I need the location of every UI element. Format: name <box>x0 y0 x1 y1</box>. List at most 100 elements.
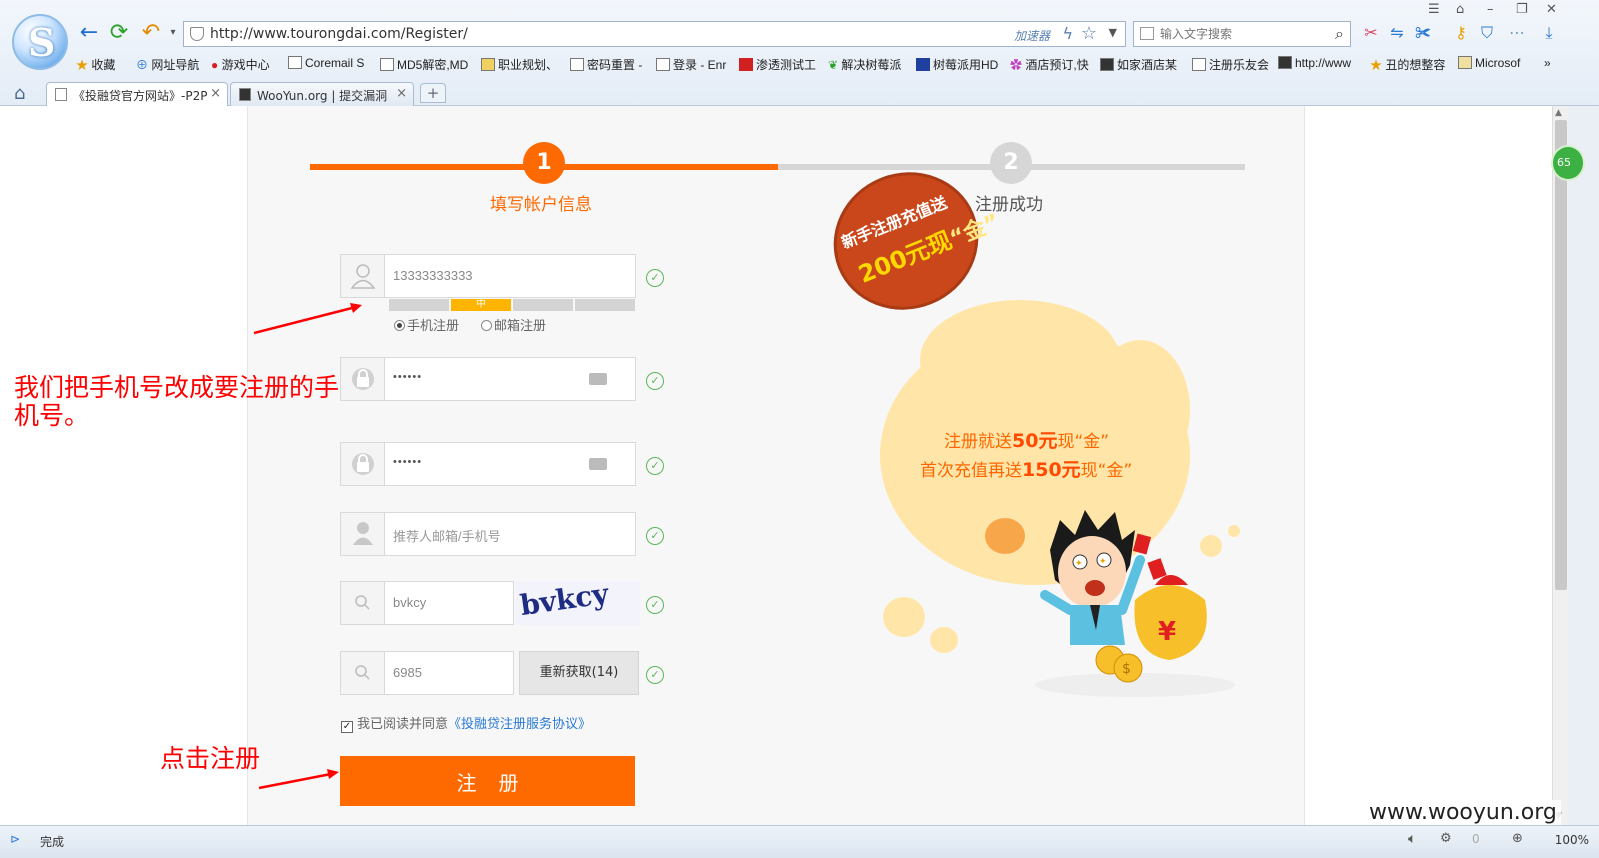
status-bar: ⊳ 完成 🔈︎ ⚙ 0 ⊕ 100% <box>0 825 1599 858</box>
phone-field[interactable]: 13333333333 <box>340 254 636 298</box>
captcha-valid-check-icon: ✓ <box>646 596 664 614</box>
bookmark-item[interactable]: ● 游戏中心 <box>211 56 270 73</box>
skin-icon[interactable]: ⌂ <box>1456 2 1464 17</box>
search-engine-icon[interactable] <box>1140 27 1154 40</box>
strength-bar-very-strong <box>575 299 635 311</box>
search-icon[interactable]: ⌕ <box>1335 24 1344 44</box>
bookmark-item[interactable]: ★ 丑的想整容 <box>1370 56 1445 73</box>
download-icon[interactable]: ⤓ <box>1538 22 1560 44</box>
volume-icon[interactable]: 🔈︎ <box>1408 831 1416 847</box>
minimize-icon[interactable]: – <box>1487 2 1494 17</box>
bookmark-item[interactable]: ★ 收藏 <box>76 56 115 73</box>
annotation-arrow-icon <box>258 769 339 790</box>
strength-bar-weak <box>389 299 449 311</box>
browser-logo-icon <box>12 14 68 70</box>
bookmarks-bar: ★ 收藏 ⊕ 网址导航 ● 游戏中心 Coremail S MD5解密,MD 职… <box>76 54 1556 74</box>
radio-email-register[interactable]: 邮箱注册 <box>481 315 546 334</box>
sms-code-input[interactable]: 6985 <box>393 665 422 680</box>
accelerator-label[interactable]: 加速器 <box>1014 27 1050 44</box>
security-shield-icon[interactable]: ⛉ <box>1476 22 1498 44</box>
referrer-input[interactable]: 推荐人邮箱/手机号 <box>393 526 501 545</box>
status-count: 0 <box>1472 832 1480 846</box>
bookmark-item[interactable]: Microsof <box>1458 56 1520 70</box>
tab-close-icon[interactable]: × <box>210 86 221 101</box>
bookmark-item[interactable]: 密码重置 - <box>570 56 642 73</box>
zoom-icon[interactable]: ⊕ <box>1512 831 1523 846</box>
scrollbar-thumb[interactable] <box>1555 120 1567 590</box>
sidebar-toggle-icon[interactable]: ⊳ <box>10 832 20 846</box>
promo-bubble <box>930 627 958 653</box>
key-icon[interactable]: ⚷ <box>1450 22 1472 44</box>
captcha-image[interactable]: bvkcy <box>516 581 640 625</box>
browser-chrome: ← ⟳ ↶ ▾ http://www.tourongdai.com/Regist… <box>0 0 1599 106</box>
lightning-icon[interactable]: ϟ <box>1062 24 1073 43</box>
tab-tourongdai[interactable]: 《投融贷官方网站》-P2P × <box>46 82 228 106</box>
side-badge[interactable]: 65 <box>1551 145 1585 181</box>
confirm-password-field[interactable]: •••••• <box>340 442 636 486</box>
agreement-link[interactable]: 《投融贷注册服务协议》 <box>448 717 591 732</box>
sms-code-field[interactable]: 6985 <box>340 651 514 695</box>
bookmark-item[interactable]: http://www <box>1278 56 1351 70</box>
password-input[interactable]: •••••• <box>393 371 422 383</box>
password-valid-check-icon: ✓ <box>646 372 664 390</box>
bookmark-item[interactable]: 注册乐友会 <box>1192 56 1269 73</box>
address-bar[interactable]: http://www.tourongdai.com/Register/ 加速器 … <box>183 21 1126 47</box>
keyboard-icon[interactable] <box>589 373 607 385</box>
bookmark-item[interactable]: ⊕ 网址导航 <box>136 56 199 73</box>
svg-text:✦: ✦ <box>1075 559 1083 569</box>
tab-wooyun[interactable]: WooYun.org | 提交漏洞 × <box>230 82 414 106</box>
radio-phone-register[interactable]: 手机注册 <box>394 315 459 334</box>
agree-checkbox[interactable]: ✓ <box>341 721 353 733</box>
bookmark-item[interactable]: ❦ 解决树莓派 <box>828 56 901 73</box>
search-icon <box>341 582 385 624</box>
screenshot-icon[interactable]: ✂ <box>1360 22 1382 44</box>
bookmark-item[interactable]: MD5解密,MD <box>380 56 468 73</box>
referrer-valid-check-icon: ✓ <box>646 527 664 545</box>
captcha-input[interactable]: bvkcy <box>393 595 426 610</box>
new-tab-button[interactable]: + <box>420 83 446 103</box>
close-icon[interactable]: ✕ <box>1546 2 1557 17</box>
home-icon[interactable]: ⌂ <box>14 83 25 104</box>
search-icon <box>341 652 385 694</box>
referrer-field[interactable]: 推荐人邮箱/手机号 <box>340 512 636 556</box>
bookmark-item[interactable]: 如家酒店某 <box>1100 56 1177 73</box>
bookmark-item[interactable]: 树莓派用HD <box>916 56 998 73</box>
translate-icon[interactable]: ⇋ <box>1386 22 1408 44</box>
menu-icon[interactable]: ☰ <box>1428 2 1440 17</box>
wooyun-favicon-icon <box>239 88 251 101</box>
password-field[interactable]: •••••• <box>340 357 636 401</box>
page-icon <box>55 88 67 101</box>
maximize-icon[interactable]: ❐ <box>1516 2 1528 17</box>
favorite-star-icon[interactable]: ☆ <box>1081 23 1097 44</box>
bookmark-item[interactable]: 职业规划、 <box>481 56 558 73</box>
bookmark-item[interactable]: 渗透测试工 <box>739 56 816 73</box>
bookmark-item[interactable]: 登录 - Enr <box>656 56 726 73</box>
phone-input[interactable]: 13333333333 <box>393 268 473 283</box>
address-url[interactable]: http://www.tourongdai.com/Register/ <box>210 26 468 42</box>
search-input[interactable] <box>1160 25 1320 43</box>
user-icon <box>341 255 385 297</box>
url-dropdown-icon[interactable]: ▼ <box>1109 26 1117 39</box>
devtools-icon[interactable]: ⚙ <box>1440 831 1452 846</box>
more-icon[interactable]: ⋯ <box>1506 22 1528 44</box>
tab-close-icon[interactable]: × <box>396 86 407 101</box>
lock-icon <box>341 358 385 400</box>
scroll-up-icon[interactable]: ▲ <box>1555 108 1562 118</box>
register-button[interactable]: 注册 <box>340 756 635 806</box>
bookmark-item[interactable]: Coremail S <box>288 56 364 70</box>
bookmarks-overflow-icon[interactable]: » <box>1544 56 1551 70</box>
bookmark-item[interactable]: ✿ 酒店预订,快 <box>1010 56 1089 73</box>
keyboard-icon[interactable] <box>589 458 607 470</box>
refresh-icon[interactable]: ⟳ <box>106 20 132 46</box>
svg-text:¥: ¥ <box>1158 617 1176 647</box>
tools-icon[interactable]: ✀ <box>1412 22 1434 44</box>
back-arrow-icon[interactable]: ← <box>76 20 102 46</box>
annotation-note-2: 点击注册 <box>160 744 261 773</box>
confirm-password-input[interactable]: •••••• <box>393 456 422 468</box>
zoom-level[interactable]: 100% <box>1555 833 1589 847</box>
captcha-field[interactable]: bvkcy <box>340 581 514 625</box>
search-box[interactable]: ⌕ <box>1133 21 1351 47</box>
vertical-scrollbar[interactable]: ▲ ▼ <box>1552 106 1568 825</box>
promo-bubble <box>883 597 925 637</box>
refetch-sms-button[interactable]: 重新获取(14) <box>519 651 639 695</box>
